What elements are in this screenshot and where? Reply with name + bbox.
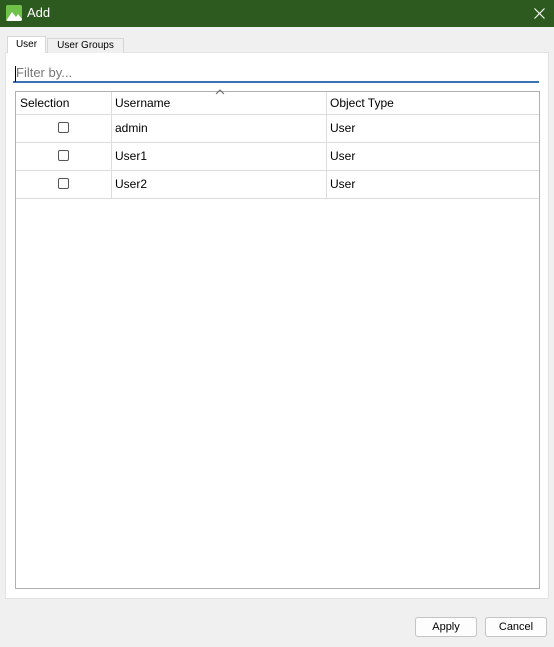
text-caret (15, 66, 16, 82)
column-header-object-type[interactable]: Object Type (326, 92, 539, 114)
selection-checkbox[interactable] (58, 178, 69, 189)
object-type-cell: User (330, 149, 356, 163)
users-table: Selection Username Object Type admin Use… (15, 89, 540, 589)
app-logo-icon (6, 5, 22, 21)
filter-input[interactable] (13, 63, 542, 81)
selection-cell (16, 114, 111, 142)
table-row[interactable]: admin User (16, 114, 539, 143)
title-bar: Add (0, 0, 554, 27)
username-cell: admin (115, 121, 148, 135)
tab-user-groups[interactable]: User Groups (47, 38, 124, 53)
cancel-button[interactable]: Cancel (485, 617, 547, 637)
table-header: Selection Username Object Type (16, 89, 539, 115)
tab-user[interactable]: User (7, 36, 46, 53)
username-cell: User1 (115, 149, 148, 163)
column-header-selection[interactable]: Selection (16, 92, 111, 114)
selection-checkbox[interactable] (58, 150, 69, 161)
close-icon[interactable] (524, 0, 554, 27)
selection-checkbox[interactable] (58, 122, 69, 133)
selection-cell (16, 142, 111, 170)
username-cell: User2 (115, 177, 148, 191)
object-type-cell: User (330, 121, 356, 135)
table-row[interactable]: User2 User (16, 170, 539, 199)
object-type-cell: User (330, 177, 356, 191)
window-title: Add (27, 5, 51, 20)
sort-ascending-icon (215, 89, 225, 95)
apply-button[interactable]: Apply (415, 617, 477, 637)
filter-input-container (13, 63, 542, 83)
table-row[interactable]: User1 User (16, 142, 539, 171)
selection-cell (16, 170, 111, 198)
